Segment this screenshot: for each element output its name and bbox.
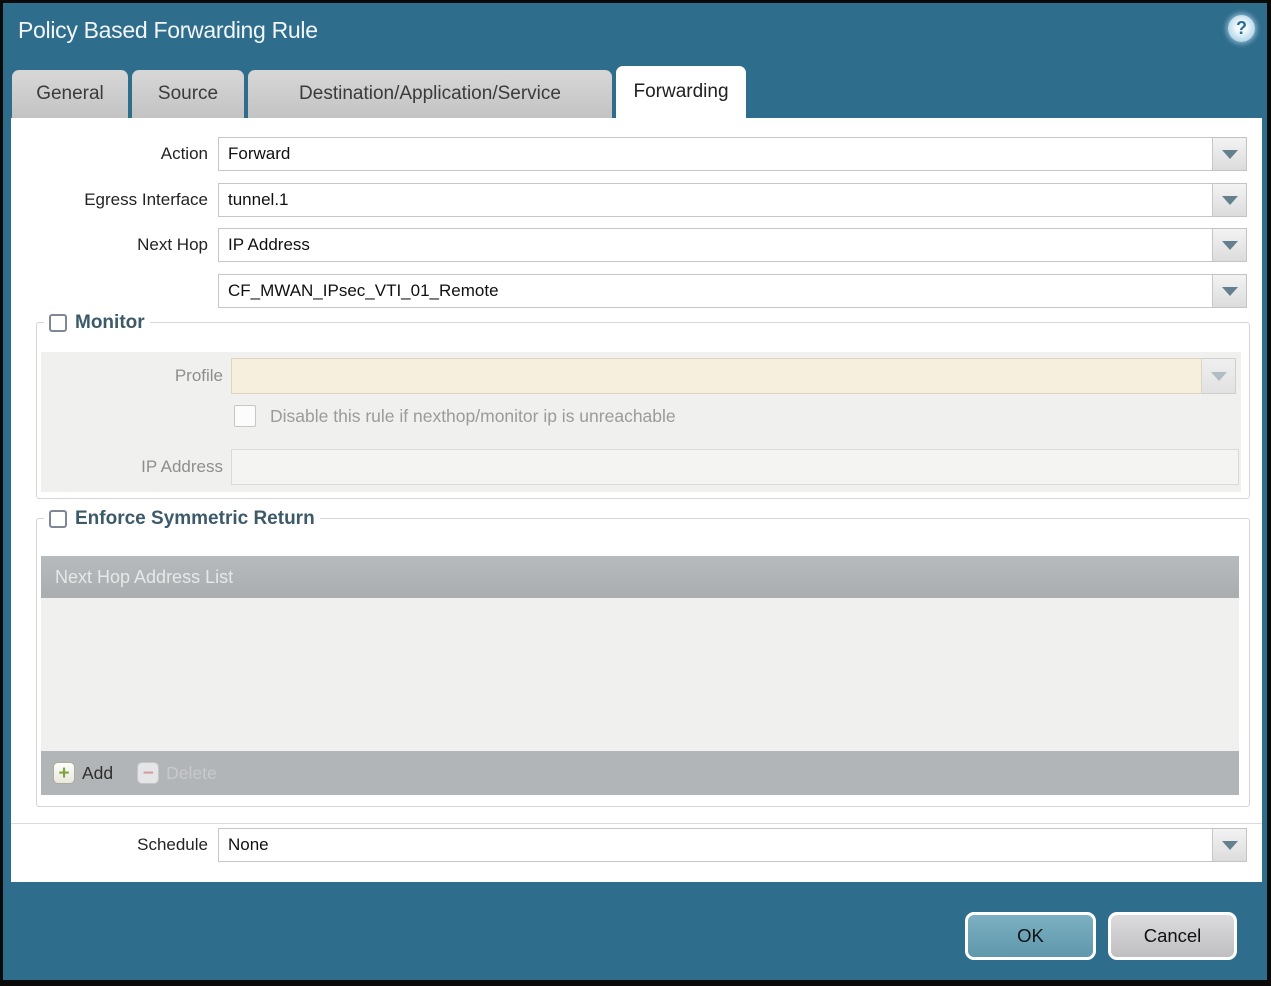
schedule-dropdown-button[interactable] xyxy=(1213,828,1247,862)
schedule-dropdown[interactable]: None xyxy=(218,828,1213,862)
cancel-button[interactable]: Cancel xyxy=(1108,912,1237,960)
action-dropdown[interactable]: Forward xyxy=(218,137,1213,171)
action-dropdown-button[interactable] xyxy=(1213,137,1247,171)
help-icon[interactable]: ? xyxy=(1228,15,1255,42)
monitor-panel: Profile Disable this rule if nexthop/mon… xyxy=(41,352,1241,492)
monitor-legend-label: Monitor xyxy=(75,312,145,333)
dialog-title: Policy Based Forwarding Rule xyxy=(18,17,318,43)
egress-interface-row: Egress Interface tunnel.1 xyxy=(11,183,1247,217)
chevron-down-icon xyxy=(1221,840,1238,850)
monitor-fieldset: Monitor Profile Disable this rule if nex… xyxy=(36,312,1250,499)
next-hop-address-dropdown-button[interactable] xyxy=(1213,274,1247,308)
add-button[interactable]: + Add xyxy=(53,762,113,784)
egress-interface-dropdown[interactable]: tunnel.1 xyxy=(218,183,1213,217)
next-hop-label: Next Hop xyxy=(137,235,208,254)
monitor-ip-label: IP Address xyxy=(141,457,223,476)
profile-dropdown-button xyxy=(1202,358,1236,394)
next-hop-address-table: Next Hop Address List + Add − Delete xyxy=(41,556,1239,795)
chevron-down-icon xyxy=(1221,149,1238,159)
ok-button[interactable]: OK xyxy=(965,912,1096,960)
profile-label: Profile xyxy=(174,366,223,385)
next-hop-address-dropdown[interactable]: CF_MWAN_IPsec_VTI_01_Remote xyxy=(218,274,1213,308)
disable-rule-row: Disable this rule if nexthop/monitor ip … xyxy=(41,405,676,427)
egress-interface-dropdown-button[interactable] xyxy=(1213,183,1247,217)
add-button-label: Add xyxy=(82,762,114,783)
chevron-down-icon xyxy=(1221,240,1238,250)
egress-interface-label: Egress Interface xyxy=(84,190,208,209)
next-hop-address-table-toolbar: + Add − Delete xyxy=(41,751,1239,795)
tab-forwarding[interactable]: Forwarding xyxy=(616,66,746,118)
chevron-down-icon xyxy=(1210,371,1227,381)
symmetric-return-checkbox[interactable] xyxy=(49,510,67,528)
next-hop-address-table-body xyxy=(41,598,1239,751)
forwarding-tab-panel: Action Forward Egress Interface tunnel.1… xyxy=(11,118,1262,882)
delete-button: − Delete xyxy=(137,762,217,784)
monitor-legend: Monitor xyxy=(44,312,150,334)
next-hop-row: Next Hop IP Address xyxy=(11,228,1247,262)
profile-dropdown xyxy=(231,358,1202,394)
disable-rule-label: Disable this rule if nexthop/monitor ip … xyxy=(270,405,676,426)
symmetric-return-legend-label: Enforce Symmetric Return xyxy=(75,508,315,529)
tab-source[interactable]: Source xyxy=(132,70,244,118)
monitor-checkbox[interactable] xyxy=(49,314,67,332)
action-label: Action xyxy=(160,144,208,163)
tab-general[interactable]: General xyxy=(12,70,128,118)
schedule-separator xyxy=(11,823,1262,824)
symmetric-return-fieldset: Enforce Symmetric Return Next Hop Addres… xyxy=(36,508,1250,807)
delete-minus-icon: − xyxy=(137,762,160,784)
monitor-ip-row: IP Address xyxy=(41,449,1239,485)
next-hop-address-row: CF_MWAN_IPsec_VTI_01_Remote xyxy=(11,274,1247,308)
action-row: Action Forward xyxy=(11,137,1247,171)
tab-destination-application-service[interactable]: Destination/Application/Service xyxy=(248,70,612,118)
delete-button-label: Delete xyxy=(166,762,217,783)
next-hop-type-dropdown-button[interactable] xyxy=(1213,228,1247,262)
add-plus-icon: + xyxy=(53,762,75,784)
chevron-down-icon xyxy=(1221,195,1238,205)
monitor-ip-field xyxy=(231,449,1239,485)
profile-row: Profile xyxy=(41,358,1236,394)
next-hop-type-dropdown[interactable]: IP Address xyxy=(218,228,1213,262)
schedule-label: Schedule xyxy=(137,835,208,854)
disable-rule-checkbox xyxy=(234,405,256,427)
symmetric-return-legend: Enforce Symmetric Return xyxy=(44,508,320,530)
chevron-down-icon xyxy=(1221,286,1238,296)
dialog-titlebar: Policy Based Forwarding Rule ? xyxy=(0,0,1271,66)
schedule-row: Schedule None xyxy=(11,828,1247,862)
next-hop-address-table-header: Next Hop Address List xyxy=(41,556,1239,598)
